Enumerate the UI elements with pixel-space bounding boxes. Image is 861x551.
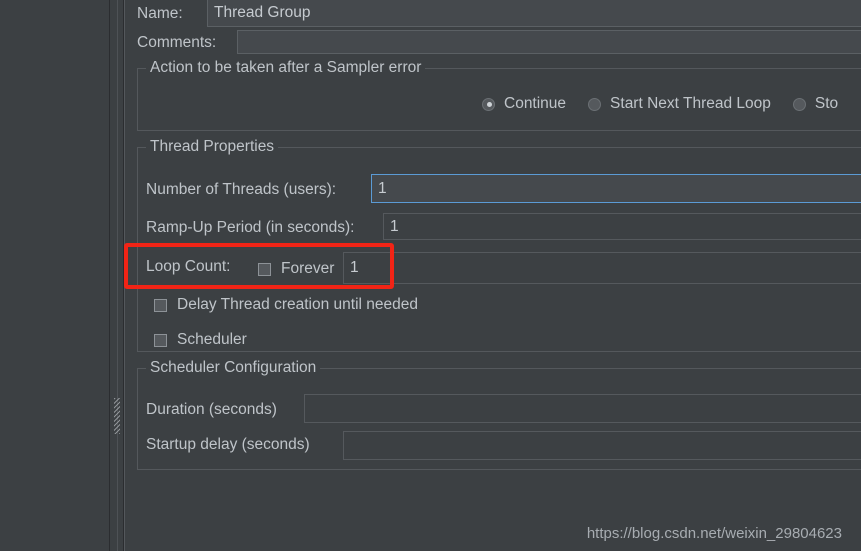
thread-properties-group: Thread Properties Number of Threads (use… [137,139,861,352]
delay-thread-creation-row[interactable]: Delay Thread creation until needed [154,296,418,314]
radio-continue-label[interactable]: Continue [504,95,566,113]
scheduler-row[interactable]: Scheduler [154,331,247,349]
panel-splitter[interactable] [109,0,124,551]
watermark-text: https://blog.csdn.net/weixin_29804623 [586,525,842,542]
radio-stop-thread-label[interactable]: Sto [815,95,838,113]
forever-checkbox[interactable] [258,262,271,276]
duration-input[interactable] [304,394,861,423]
number-of-threads-label: Number of Threads (users): [146,181,337,198]
scheduler-label[interactable]: Scheduler [177,331,247,349]
sampler-error-action-group: Action to be taken after a Sampler error… [137,60,861,131]
splitter-line [117,0,118,551]
radio-continue-indicator[interactable] [482,97,495,111]
name-row: Name: Thread Group [133,0,861,28]
ramp-up-period-input[interactable]: 1 [383,213,861,240]
startup-delay-input[interactable] [343,431,861,460]
number-of-threads-input[interactable]: 1 [371,174,861,203]
left-tree-panel[interactable] [0,0,109,551]
scheduler-configuration-group: Scheduler Configuration Duration (second… [137,360,861,470]
name-label: Name: [137,5,183,22]
forever-checkbox-row[interactable]: Forever [258,260,334,278]
splitter-grip-handle[interactable] [114,398,120,434]
delay-thread-creation-checkbox[interactable] [154,298,167,312]
loop-count-input[interactable]: 1 [343,252,861,284]
duration-label: Duration (seconds) [146,401,277,418]
name-input[interactable]: Thread Group [207,0,861,27]
ramp-up-period-label: Ramp-Up Period (in seconds): [146,219,355,236]
sampler-error-action-title: Action to be taken after a Sampler error [146,60,426,76]
loop-count-label: Loop Count: [146,258,231,275]
sampler-error-radio-group: Continue Start Next Thread Loop Sto [482,95,860,113]
comments-label: Comments: [137,34,217,51]
radio-stop-thread-indicator[interactable] [792,97,806,111]
comments-row: Comments: [133,28,861,56]
comments-input[interactable] [237,30,861,54]
thread-group-form-panel: Name: Thread Group Comments: Action to b… [124,0,861,551]
delay-thread-creation-label[interactable]: Delay Thread creation until needed [177,296,418,314]
thread-group-editor-window: Name: Thread Group Comments: Action to b… [0,0,861,551]
scheduler-configuration-title: Scheduler Configuration [146,360,321,376]
startup-delay-label: Startup delay (seconds) [146,436,310,453]
radio-start-next-thread-loop-label[interactable]: Start Next Thread Loop [610,95,771,113]
scheduler-checkbox[interactable] [154,333,167,347]
forever-label[interactable]: Forever [281,260,334,278]
thread-properties-title: Thread Properties [146,139,279,155]
radio-start-next-thread-loop-indicator[interactable] [588,97,602,111]
